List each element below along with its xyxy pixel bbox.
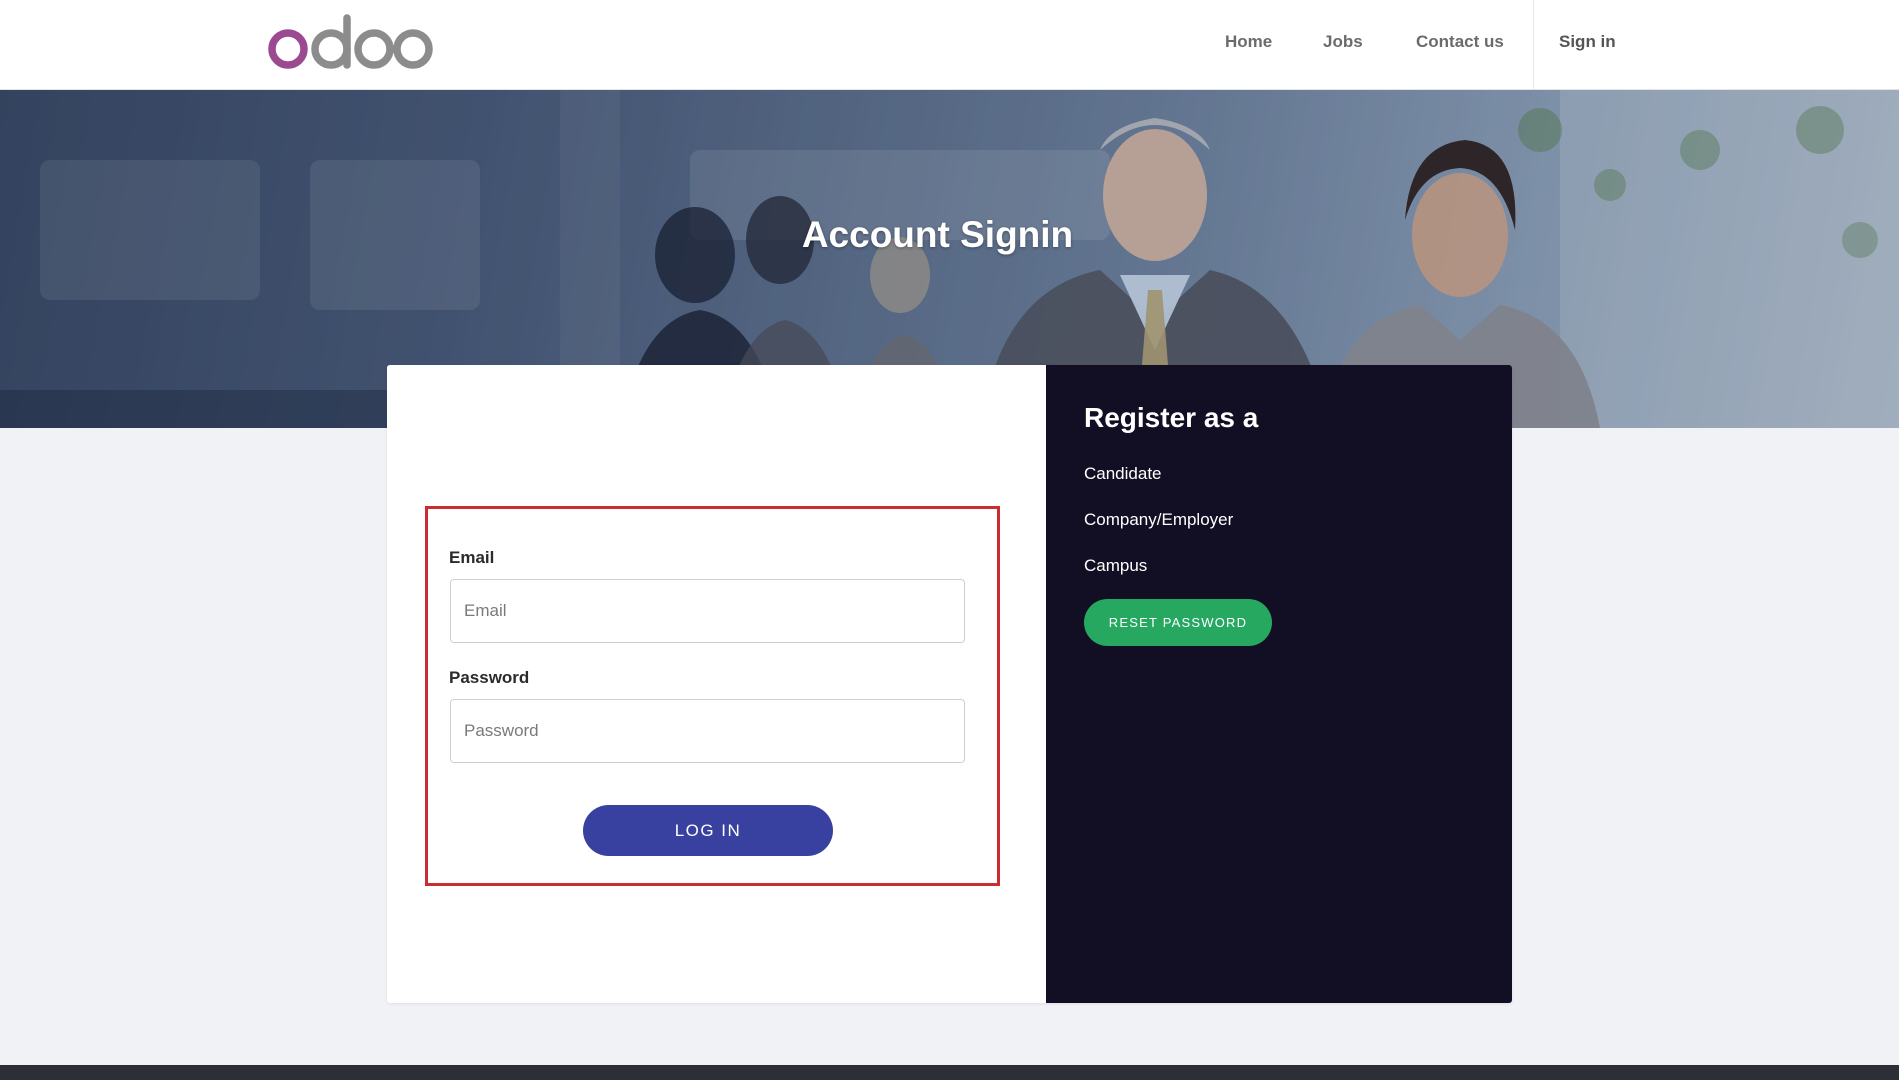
nav-divider [1533,0,1534,89]
register-campus-link[interactable]: Campus [1084,556,1147,576]
register-panel: Register as a Candidate Company/Employer… [1046,365,1512,1003]
top-navbar: Home Jobs Contact us Sign in [0,0,1899,90]
register-employer-link[interactable]: Company/Employer [1084,510,1233,530]
email-label: Email [449,548,495,567]
reset-password-button[interactable]: RESET PASSWORD [1084,599,1272,646]
register-title: Register as a [1084,402,1259,433]
login-button[interactable]: LOG IN [583,805,833,856]
password-field[interactable] [450,699,965,763]
nav-jobs-link[interactable]: Jobs [1323,32,1363,52]
login-form: Email Password LOG IN [425,506,1000,886]
signin-card: Email Password LOG IN Register as a Cand… [387,365,1512,1003]
nav-contact-link[interactable]: Contact us [1416,32,1504,52]
password-label: Password [449,668,530,687]
page-title: Account Signin [801,214,1074,255]
footer [0,1065,1899,1080]
nav-home-link[interactable]: Home [1225,32,1272,52]
odoo-logo[interactable] [266,12,436,72]
nav-signin-link[interactable]: Sign in [1559,32,1616,52]
email-field[interactable] [450,579,965,643]
register-candidate-link[interactable]: Candidate [1084,464,1162,484]
login-pane: Email Password LOG IN [387,365,1046,1003]
